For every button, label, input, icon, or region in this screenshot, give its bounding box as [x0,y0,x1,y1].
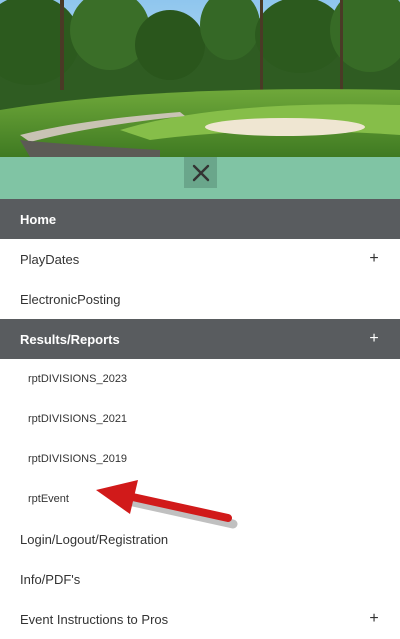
navigation-menu: Home PlayDates + ElectronicPosting Resul… [0,199,400,639]
menu-item-home[interactable]: Home [0,199,400,239]
expand-icon[interactable]: + [368,251,380,267]
submenu-item-label: rptDIVISIONS_2023 [28,373,128,385]
golf-course-banner [0,0,400,157]
submenu-item-rptdivisions-2019[interactable]: rptDIVISIONS_2019 [0,439,400,479]
menu-item-info-pdfs[interactable]: Info/PDF's [0,559,400,599]
submenu-item-rptdivisions-2021[interactable]: rptDIVISIONS_2021 [0,399,400,439]
submenu-item-label: rptDIVISIONS_2021 [28,413,128,425]
red-arrow-annotation-icon [96,480,238,529]
menu-item-label: ElectronicPosting [20,291,121,307]
menu-item-label: PlayDates [20,251,80,267]
menu-item-event-instructions[interactable]: Event Instructions to Pros + [0,599,400,639]
submenu-item-label: rptEvent [28,493,69,505]
expand-icon[interactable]: + [368,331,380,347]
submenu-item-label: rptDIVISIONS_2019 [28,453,128,465]
menu-item-playdates[interactable]: PlayDates + [0,239,400,279]
menu-item-label: Event Instructions to Pros [20,611,169,627]
menu-item-label: Results/Reports [20,331,120,347]
menu-item-label: Info/PDF's [20,571,81,587]
menu-item-label: Home [20,211,57,227]
menu-item-results-reports[interactable]: Results/Reports + [0,319,400,359]
submenu-item-rptdivisions-2023[interactable]: rptDIVISIONS_2023 [0,359,400,399]
close-icon [192,164,209,181]
menu-item-electronicposting[interactable]: ElectronicPosting [0,279,400,319]
expand-icon[interactable]: + [368,611,380,627]
close-menu-button[interactable] [184,157,217,188]
